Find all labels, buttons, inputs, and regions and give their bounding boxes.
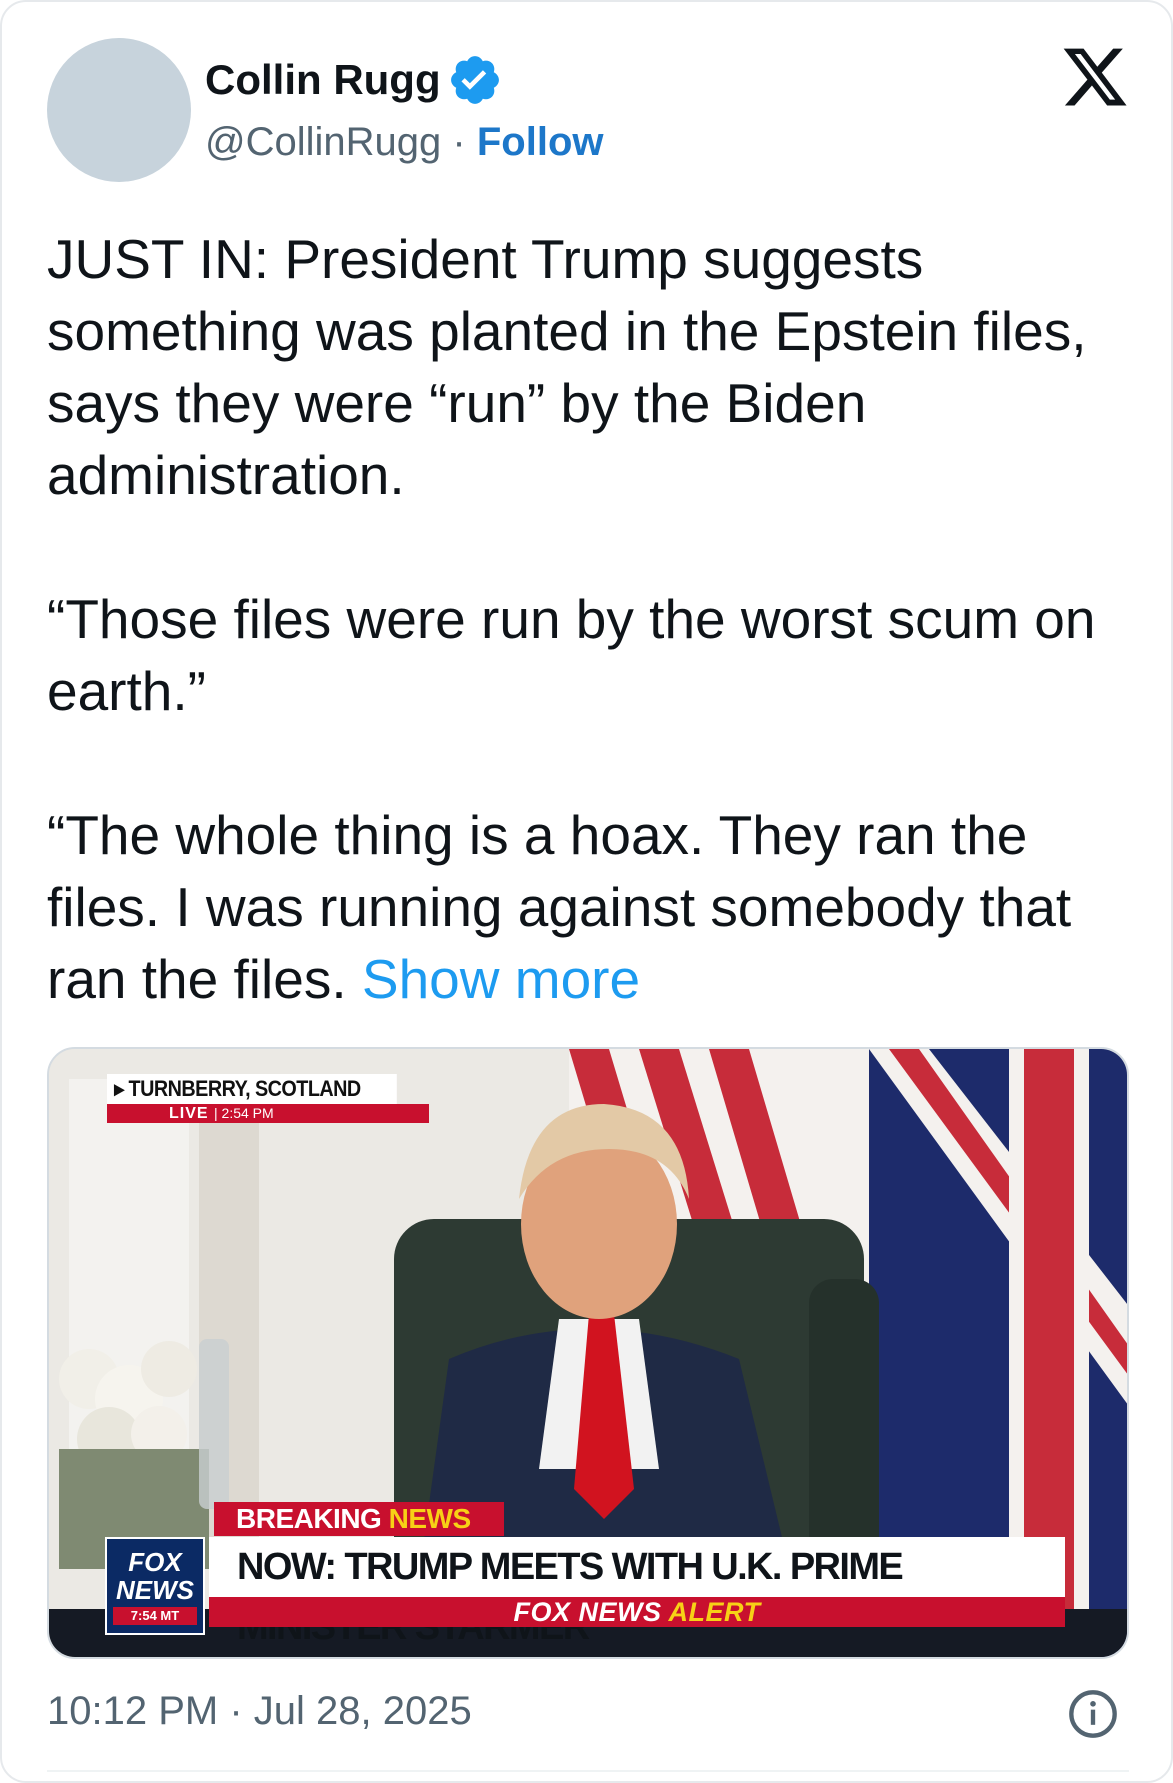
alert-prefix: FOX NEWS [513,1597,662,1627]
breaking-news-banner: BREAKING NEWS [214,1502,504,1536]
author-handle-line: @CollinRugg · Follow [205,115,604,169]
location-banner: ▸ TURNBERRY, SCOTLAND LIVE | 2:54 PM [107,1074,429,1123]
breaking-label: BREAKING [236,1503,382,1534]
news-label: NEWS [388,1503,472,1534]
fox-logo-line1: FOX [128,1547,182,1577]
author-name-row: Collin Rugg [205,52,503,108]
author-handle[interactable]: @CollinRugg [205,120,441,164]
follow-button[interactable]: Follow [477,120,604,164]
author-name[interactable]: Collin Rugg [205,53,441,107]
fox-logo-line2: NEWS [116,1575,194,1605]
x-logo-icon[interactable] [1060,42,1130,112]
tweet-paragraph-2: “Those files were run by the worst scum … [47,588,1096,722]
fox-news-alert-bar: FOX NEWS ALERT [209,1597,1065,1627]
live-label: LIVE [169,1105,209,1122]
location-label: ▸ TURNBERRY, SCOTLAND [107,1074,397,1104]
tweet-paragraph-1: JUST IN: President Trump suggests someth… [47,228,1087,506]
info-icon[interactable] [1067,1688,1119,1740]
footer-divider [47,1770,1129,1772]
verified-badge-icon [450,56,499,104]
avatar[interactable] [47,38,191,182]
tweet-card: Collin Rugg @CollinRugg · Follow JUST IN… [0,0,1173,1783]
fox-news-logo: FOX NEWS 7:54 MT [105,1537,205,1635]
live-bar: LIVE | 2:54 PM [107,1104,429,1123]
chyron-headline: NOW: TRUMP MEETS WITH U.K. PRIME MINISTE… [209,1537,1065,1648]
alert-word: ALERT [668,1597,761,1627]
fox-logo-time: 7:54 MT [113,1607,197,1625]
tweet-text: JUST IN: President Trump suggests someth… [47,223,1137,1015]
show-more-link[interactable]: Show more [362,948,640,1010]
tweet-timestamp[interactable]: 10:12 PM · Jul 28, 2025 [47,1684,472,1738]
tweet-paragraph-3: “The whole thing is a hoax. They ran the… [47,799,1137,1015]
handle-separator: · [452,120,466,164]
tweet-media-video[interactable]: ▸ TURNBERRY, SCOTLAND LIVE | 2:54 PM BRE… [47,1047,1129,1659]
live-time: | 2:54 PM [214,1105,274,1121]
